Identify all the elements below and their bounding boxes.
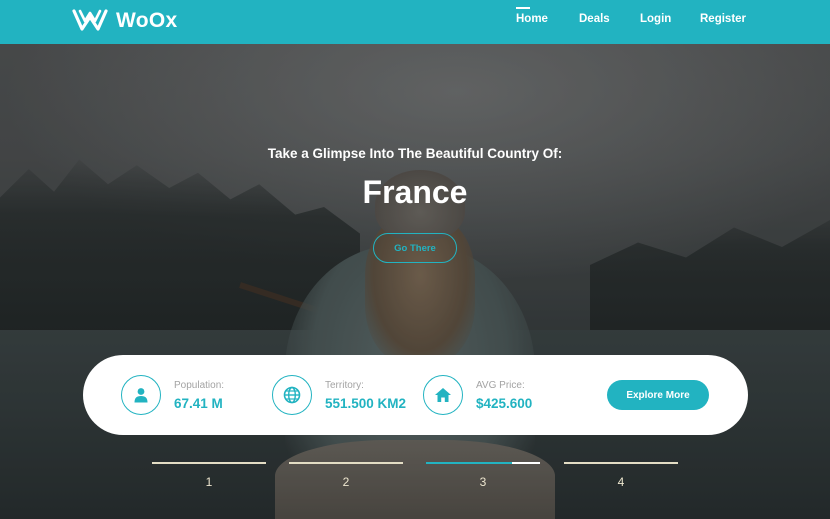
territory-value: 551.500 KM2 xyxy=(325,395,407,411)
slide-tab-number: 4 xyxy=(617,475,625,489)
avg-price-stat: AVG Price: $425.600 xyxy=(423,374,532,416)
slide-tab-number: 3 xyxy=(479,475,487,489)
top-navbar: WoOx Home Deals Login Register xyxy=(0,0,830,44)
nav-register[interactable]: Register xyxy=(700,13,746,25)
population-value: 67.41 M xyxy=(174,395,223,411)
nav-deals[interactable]: Deals xyxy=(579,13,610,25)
slide-tab-number: 1 xyxy=(205,475,213,489)
slide-tab-bar xyxy=(564,462,678,464)
avg-price-value: $425.600 xyxy=(476,395,533,411)
home-icon xyxy=(423,375,463,415)
nav-home[interactable]: Home xyxy=(516,7,548,25)
nav-login[interactable]: Login xyxy=(640,13,671,25)
explore-more-button[interactable]: Explore More xyxy=(607,380,709,410)
slide-tab-bar xyxy=(289,462,403,464)
main-nav: Home Deals Login Register xyxy=(0,0,830,44)
slide-tab-bar xyxy=(152,462,266,464)
slide-tab-2[interactable]: 2 xyxy=(289,462,403,492)
hero-country-title: France xyxy=(362,174,468,210)
country-info-card: Population: 67.41 M Territory: 551.500 K… xyxy=(83,355,748,435)
user-icon xyxy=(121,375,161,415)
go-there-button[interactable]: Go There xyxy=(373,233,457,263)
avg-price-label: AVG Price: xyxy=(476,379,525,391)
population-label: Population: xyxy=(174,379,225,391)
slide-tab-1[interactable]: 1 xyxy=(152,462,266,492)
territory-stat: Territory: 551.500 KM2 xyxy=(272,374,406,416)
slide-tab-4[interactable]: 4 xyxy=(564,462,678,492)
slide-tab-progress xyxy=(426,462,512,464)
population-stat: Population: 67.41 M xyxy=(121,374,224,416)
hero-subtitle: Take a Glimpse Into The Beautiful Countr… xyxy=(267,146,563,161)
slide-tab-number: 2 xyxy=(342,475,350,489)
slide-tab-3[interactable]: 3 xyxy=(426,462,540,492)
territory-label: Territory: xyxy=(325,379,364,391)
globe-icon xyxy=(272,375,312,415)
